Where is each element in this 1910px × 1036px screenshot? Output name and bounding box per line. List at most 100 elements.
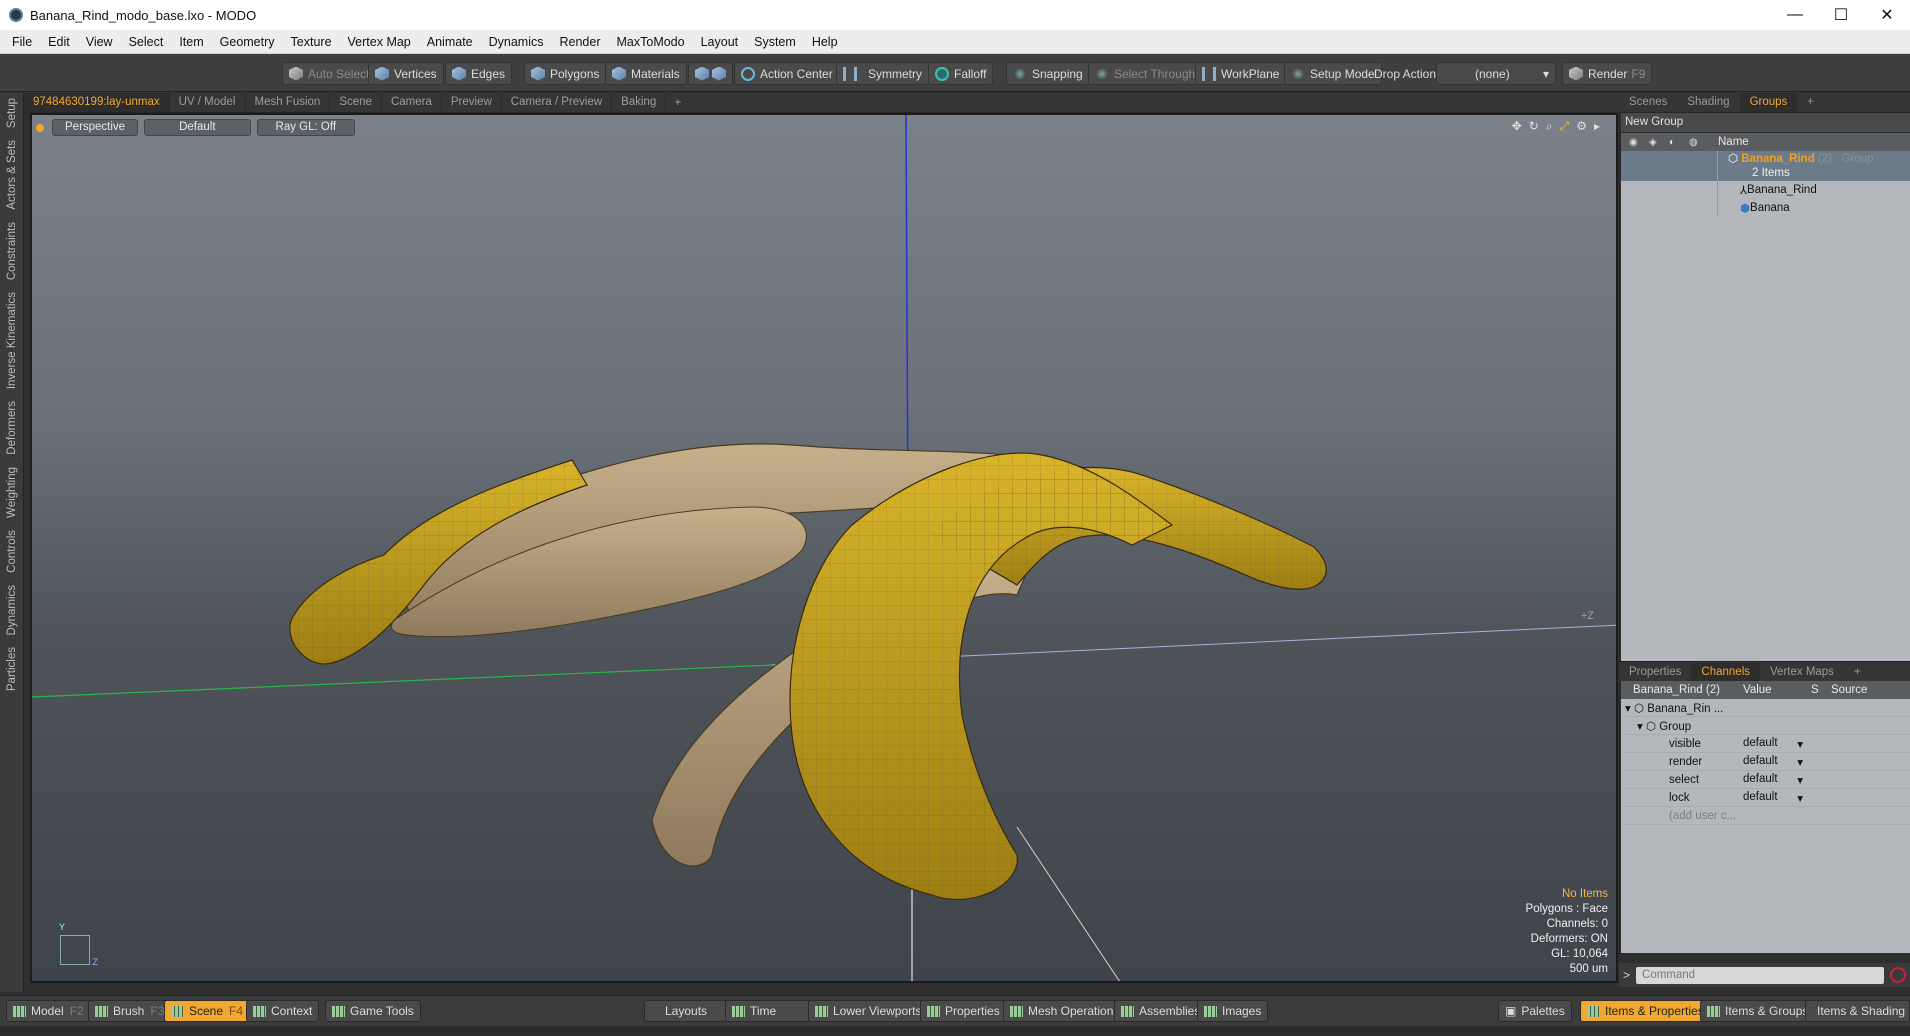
fit-view-icon[interactable]: ⤢ [1560,119,1570,134]
polygons-button[interactable]: Polygons [524,62,607,85]
select-through-button[interactable]: Select Through [1088,62,1203,85]
view-type-button[interactable]: Perspective [52,119,139,136]
items-properties-button[interactable]: Items & Properties [1580,1000,1711,1022]
properties-button[interactable]: Properties [920,1000,1007,1022]
add-user-channel-row[interactable]: (add user c... [1621,807,1910,825]
mesh-operations-button[interactable]: Mesh Operations [1003,1000,1127,1022]
channel-value-select[interactable]: default ▾ [1739,773,1811,787]
menu-maxtomodo[interactable]: MaxToModo [609,35,693,49]
menu-texture[interactable]: Texture [283,35,340,49]
materials-button[interactable]: Materials [605,62,687,85]
tab-lay-unmax[interactable]: 97484630199:lay-unmax [24,92,170,112]
workplane-button[interactable]: WorkPlane [1195,62,1287,85]
brush-layout-button[interactable]: Brush F3 [88,1000,172,1022]
assemblies-button[interactable]: Assemblies [1114,1000,1208,1022]
lock-col-icon[interactable]: ◐ [1669,137,1689,148]
viewport-options-icon[interactable] [36,123,44,132]
channel-row[interactable]: visible default ▾ [1621,735,1910,753]
command-input[interactable]: Command [1636,966,1884,984]
channel-group-row[interactable]: ▾ ⬡ Group [1621,717,1910,735]
visibility-col-icon[interactable]: ◉ [1629,137,1649,148]
tab-particles[interactable]: Particles [6,641,18,697]
tab-controls[interactable]: Controls [6,524,18,579]
menu-item[interactable]: Item [171,35,211,49]
shading-mode-button[interactable]: Default [144,119,251,136]
render-button[interactable]: Render F9 [1562,62,1653,85]
tab-inverse-kinematics[interactable]: Inverse Kinematics [6,286,18,395]
channel-value-select[interactable]: default ▾ [1739,737,1811,751]
expand-icon[interactable]: ▾ [1637,721,1646,733]
context-layout-button[interactable]: Context [246,1000,320,1022]
channel-value-select[interactable]: default ▾ [1739,755,1811,769]
channel-value-select[interactable]: default ▾ [1739,791,1811,805]
menu-geometry[interactable]: Geometry [212,35,283,49]
menu-dynamics[interactable]: Dynamics [481,35,552,49]
tab-actors-sets[interactable]: Actors & Sets [6,134,18,216]
tab-camera[interactable]: Camera [382,92,442,112]
select-col-icon[interactable]: ◍ [1689,137,1709,148]
setup-mode-button[interactable]: Setup Mode [1284,62,1382,85]
channel-row[interactable]: render default ▾ [1621,753,1910,771]
tab-setup[interactable]: Setup [6,92,18,134]
tab-deformers[interactable]: Deformers [6,395,18,461]
model-layout-button[interactable]: Model F2 [6,1000,91,1022]
menu-help[interactable]: Help [804,35,846,49]
tab-vertex-maps[interactable]: Vertex Maps [1760,663,1844,681]
3d-viewport[interactable]: Perspective Default Ray GL: Off ✥ ↻ ⌕ ⤢ … [30,113,1618,983]
menu-file[interactable]: File [4,35,40,49]
tab-properties[interactable]: Properties [1619,663,1691,681]
channel-row[interactable]: select default ▾ [1621,771,1910,789]
tab-shading[interactable]: Shading [1677,93,1739,112]
command-run-icon[interactable] [1890,967,1906,983]
group-item-row[interactable]: ⬢ Banana [1621,199,1910,217]
palettes-button[interactable]: ▣ Palettes [1498,1000,1572,1022]
menu-animate[interactable]: Animate [419,35,481,49]
menu-render[interactable]: Render [552,35,609,49]
symmetry-button[interactable]: Symmetry [836,62,929,85]
images-button[interactable]: Images [1197,1000,1269,1022]
zoom-view-icon[interactable]: ⌕ [1546,119,1553,134]
raygl-toggle[interactable]: Ray GL: Off [256,119,356,136]
tab-dynamics[interactable]: Dynamics [6,579,18,641]
tab-scene[interactable]: Scene [330,92,382,112]
new-group-button[interactable]: New Group [1621,113,1910,133]
menu-view[interactable]: View [78,35,121,49]
game-tools-button[interactable]: Game Tools [325,1000,421,1022]
vertices-button[interactable]: Vertices [368,62,444,85]
tab-channels[interactable]: Channels [1691,662,1761,681]
add-right-tab-button[interactable]: + [1797,93,1824,112]
rotate-view-icon[interactable]: ↻ [1529,119,1539,134]
minimize-button[interactable]: — [1772,0,1818,30]
scene-layout-button[interactable]: Scene F4 [164,1000,251,1022]
viewport-more-icon[interactable]: ▸ [1594,119,1600,134]
items-groups-button[interactable]: Items & Groups [1700,1000,1816,1022]
auto-select-button[interactable]: Auto Select [282,62,377,85]
move-view-icon[interactable]: ✥ [1512,119,1522,134]
channel-row[interactable]: lock default ▾ [1621,789,1910,807]
edges-button[interactable]: Edges [445,62,513,85]
close-button[interactable]: ✕ [1864,0,1910,30]
group-item-row[interactable]: ⅄ Banana_Rind [1621,181,1910,199]
render-col-icon[interactable]: ◈ [1649,137,1669,148]
menu-vertex-map[interactable]: Vertex Map [340,35,419,49]
tab-weighting[interactable]: Weighting [6,461,18,524]
falloff-button[interactable]: Falloff [928,62,994,85]
time-button[interactable]: Time [725,1000,816,1022]
menu-system[interactable]: System [746,35,804,49]
add-tab-button[interactable]: + [666,95,689,109]
maximize-button[interactable]: ☐ [1818,0,1864,30]
drop-action-select[interactable]: (none) ▾ [1436,62,1556,85]
add-channel-tab-button[interactable]: + [1844,663,1871,681]
tab-preview[interactable]: Preview [442,92,502,112]
component-mode-button[interactable] [688,62,733,85]
tab-uv-model[interactable]: UV / Model [170,92,246,112]
viewport-settings-icon[interactable]: ⚙ [1576,119,1587,134]
tab-camera-preview[interactable]: Camera / Preview [502,92,613,112]
snapping-button[interactable]: Snapping [1006,62,1090,85]
menu-edit[interactable]: Edit [40,35,78,49]
menu-layout[interactable]: Layout [693,35,747,49]
menu-select[interactable]: Select [121,35,172,49]
tab-baking[interactable]: Baking [612,92,667,112]
tab-mesh-fusion[interactable]: Mesh Fusion [246,92,331,112]
action-center-button[interactable]: Action Center [734,62,840,85]
